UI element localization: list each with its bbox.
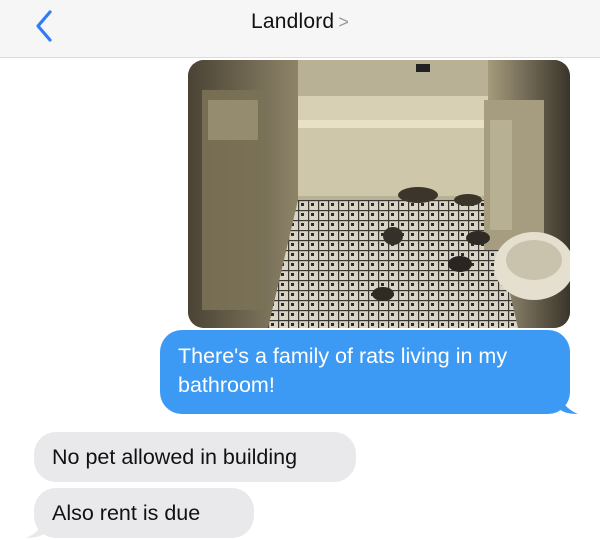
- bubble-tail: [26, 520, 46, 538]
- contact-name: Landlord: [250, 10, 335, 33]
- bathroom-photo: [188, 60, 570, 328]
- message-text: No pet allowed in building: [52, 445, 298, 469]
- message-text: There's a family of rats living in my ba…: [178, 344, 508, 397]
- message-text: Also rent is due: [52, 501, 201, 525]
- photo-message[interactable]: [188, 60, 570, 328]
- outgoing-message-bubble[interactable]: There's a family of rats living in my ba…: [160, 330, 578, 414]
- incoming-message-bubble[interactable]: Also rent is due: [26, 488, 254, 538]
- chevron-right-icon: >: [338, 12, 350, 32]
- incoming-message-bubble[interactable]: No pet allowed in building: [34, 432, 356, 482]
- bubble-tail: [558, 396, 578, 414]
- conversation-header: Landlord >: [0, 0, 600, 58]
- contact-name-button[interactable]: Landlord >: [0, 10, 600, 34]
